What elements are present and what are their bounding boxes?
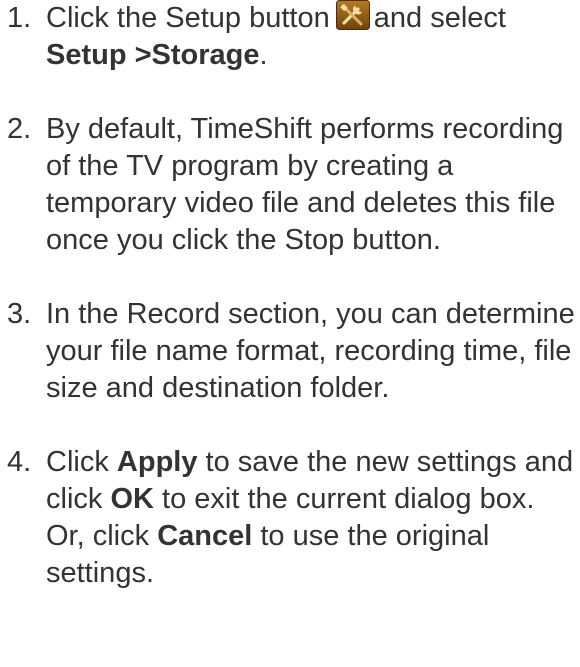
step-number: 1. <box>7 2 32 34</box>
step-number: 4. <box>7 446 32 478</box>
step-1: 1. Click the Setup button and select Set… <box>7 0 577 74</box>
step-2: 2. By default, TimeShift performs record… <box>7 111 577 259</box>
step-4-text-part1: Click <box>46 446 109 478</box>
step-text: Click Apply to save the new settings and… <box>46 444 577 592</box>
step-number: 2. <box>7 113 32 145</box>
step-text: Click the Setup button and select Setup … <box>46 0 577 74</box>
menu-path: Setup >Storage <box>46 39 260 71</box>
setup-tools-icon <box>335 0 370 30</box>
step-3: 3. In the Record section, you can determ… <box>7 296 577 407</box>
step-number: 3. <box>7 298 32 330</box>
apply-button-label: Apply <box>116 446 198 478</box>
step-1-select-word: select <box>430 2 506 34</box>
step-4: 4. Click Apply to save the new settings … <box>7 444 577 592</box>
step-text: In the Record section, you can determine… <box>46 298 575 404</box>
ok-button-label: OK <box>110 483 154 515</box>
step-1-period: . <box>259 39 268 71</box>
step-1-text-before-icon: Click the Setup button <box>46 2 330 34</box>
cancel-button-label: Cancel <box>157 520 253 552</box>
step-1-text-after-icon: and <box>373 2 423 34</box>
instruction-steps: 1. Click the Setup button and select Set… <box>7 0 577 629</box>
step-text: By default, TimeShift performs recording… <box>46 113 564 256</box>
